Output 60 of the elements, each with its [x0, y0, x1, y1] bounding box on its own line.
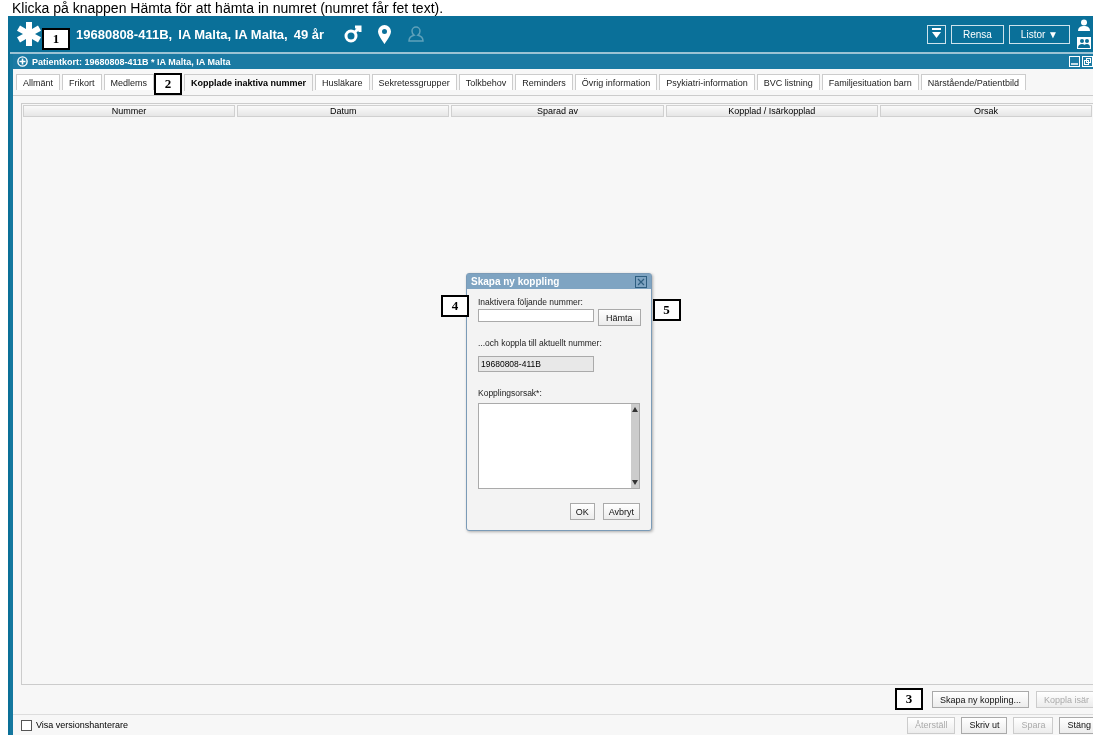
person-icon[interactable]	[1078, 19, 1090, 31]
column-header[interactable]: Datum	[237, 105, 450, 117]
current-number-field: 19680808-411B	[478, 356, 594, 372]
header-button[interactable]: Listor ▼	[1008, 24, 1070, 44]
dialog-button[interactable]: OK	[569, 503, 595, 520]
restore-button[interactable]	[1082, 56, 1093, 67]
patient-name: IA Malta, IA Malta,	[178, 26, 288, 42]
action-button[interactable]: Skapa ny koppling...	[931, 691, 1029, 708]
close-button[interactable]	[635, 275, 647, 288]
tab[interactable]: Allmänt	[16, 74, 60, 90]
male-symbol-icon	[344, 25, 363, 43]
scroll-down-icon[interactable]	[632, 480, 638, 485]
footer-button[interactable]: Skriv ut	[961, 716, 1008, 734]
number-input-field[interactable]	[478, 309, 594, 322]
tab[interactable]: BVC listning	[756, 74, 820, 90]
tab[interactable]: Tolkbehov	[458, 74, 514, 90]
tab[interactable]: Familjesituation barn	[821, 74, 919, 90]
field-label: Kopplingsorsak*:	[478, 388, 543, 398]
step-number-label: 1	[42, 28, 70, 50]
restore-icon	[1084, 58, 1091, 65]
column-header[interactable]: Kopplad / Isärkopplad	[665, 105, 878, 117]
step-number-label: 4	[441, 295, 469, 317]
field-label: Inaktivera följande nummer:	[478, 297, 584, 307]
field-label: ...och koppla till aktuellt nummer:	[478, 338, 603, 348]
tab[interactable]: Kopplade inaktiva nummer	[184, 74, 314, 91]
checkbox-label: Visa versionshanterare	[36, 720, 128, 730]
people-icon[interactable]	[1077, 37, 1091, 49]
filter-dropdown-button[interactable]	[926, 24, 946, 44]
column-header[interactable]: Sparad av	[451, 105, 664, 117]
fetch-button[interactable]: Hämta	[598, 309, 641, 326]
minimize-button[interactable]	[1069, 56, 1080, 67]
star-of-life-icon[interactable]	[16, 21, 42, 47]
checkbox[interactable]	[21, 719, 32, 731]
patient-age: 49 år	[293, 26, 325, 42]
scroll-up-icon[interactable]	[632, 407, 638, 412]
close-icon	[637, 277, 645, 286]
window-title: Patientkort: 19680808-411B * IA Malta, IA Malta	[32, 56, 231, 67]
tab[interactable]: Sekretessgrupper	[371, 74, 457, 90]
tab[interactable]: Medlems	[103, 74, 155, 90]
tab[interactable]: Reminders	[515, 74, 573, 90]
step-number-label: 5	[652, 299, 681, 321]
dialog-title: Skapa ny koppling	[471, 276, 560, 287]
tab[interactable]: Frikort	[62, 74, 102, 90]
footer-button[interactable]: Stäng	[1059, 716, 1093, 734]
tab[interactable]: Husläkare	[315, 74, 370, 90]
column-header[interactable]: Nummer	[23, 105, 236, 117]
dialog-button[interactable]: Avbryt	[602, 503, 640, 520]
patient-id: 19680808-411B,	[76, 26, 173, 42]
step-number-label: 2	[154, 73, 183, 95]
column-header[interactable]: Orsak	[879, 105, 1092, 117]
header-button[interactable]: Rensa	[950, 24, 1004, 44]
scrollbar[interactable]	[631, 404, 639, 488]
plus-circle-icon	[17, 56, 28, 67]
caret-icon	[931, 28, 941, 38]
step-number-label: 3	[894, 688, 923, 710]
tab[interactable]: Övrig information	[574, 74, 658, 90]
tab[interactable]: Närstående/Patientbild	[920, 74, 1026, 90]
tab[interactable]: Psykiatri-information	[659, 74, 755, 90]
location-pin-icon[interactable]	[378, 24, 392, 44]
caption-text: Klicka på knappen Hämta för att hämta in numret (numret får fet text).	[11, 0, 445, 16]
